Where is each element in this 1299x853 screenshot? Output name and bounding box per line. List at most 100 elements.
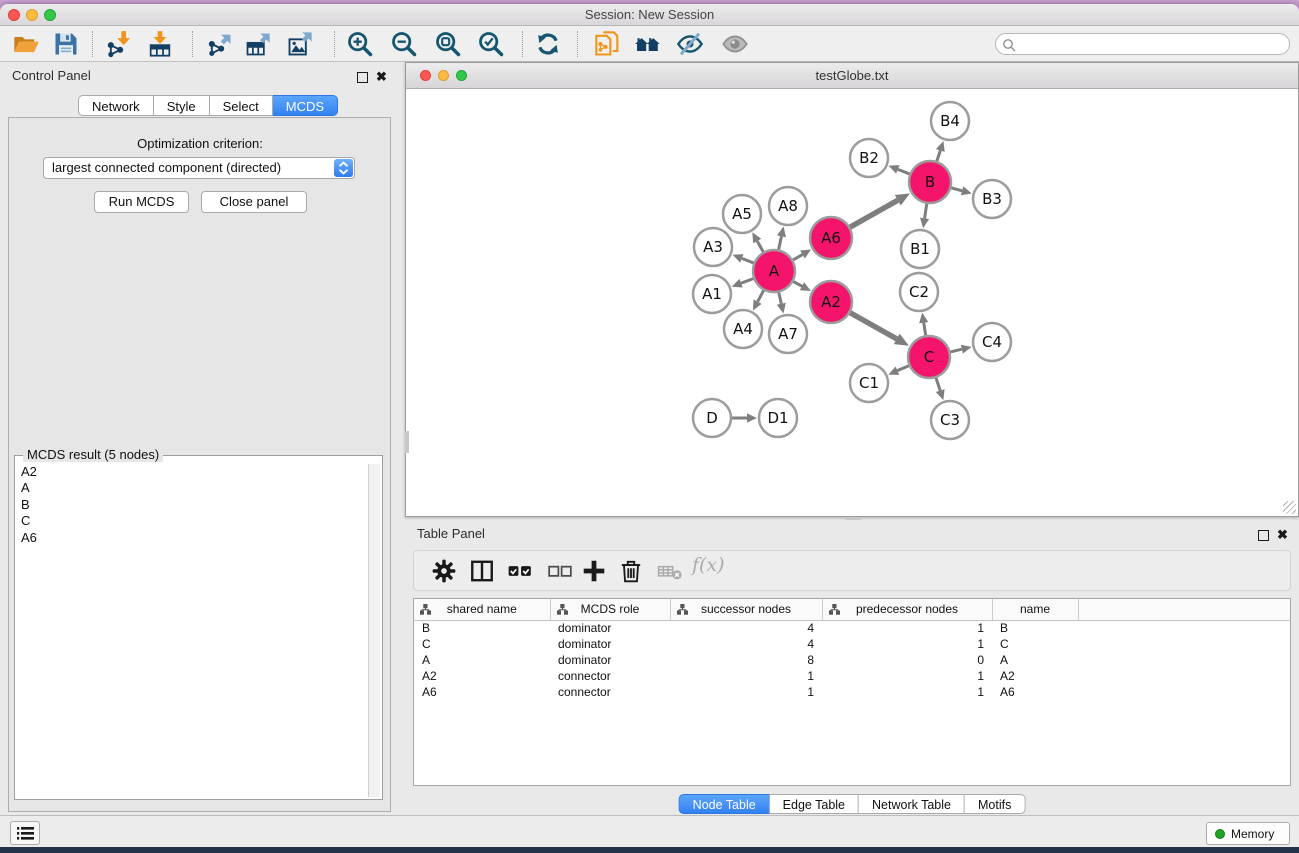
window-title: Session: New Session [0, 7, 1299, 22]
memory-button[interactable]: Memory [1206, 822, 1290, 845]
edge-C-C3[interactable] [936, 378, 940, 391]
hide-graphics-details-icon[interactable] [676, 30, 704, 58]
mcds-result-item[interactable]: A [17, 480, 367, 496]
zoom-fit-icon[interactable] [434, 30, 462, 58]
mcds-result-item[interactable]: B [17, 497, 367, 513]
edge-A-A3[interactable] [742, 258, 754, 263]
import-table-icon[interactable] [146, 30, 174, 58]
node-table-container: shared nameMCDS rolesuccessor nodesprede… [413, 598, 1291, 786]
import-network-icon[interactable] [105, 30, 133, 58]
edge-A2-C[interactable] [850, 313, 897, 339]
toolbar-separator [334, 31, 335, 57]
column-header-mcds-role[interactable]: MCDS role [550, 599, 670, 620]
edge-A-A8[interactable] [779, 236, 782, 249]
tab-node-table[interactable]: Node Table [679, 794, 770, 814]
float-table-panel-icon[interactable] [1258, 530, 1269, 541]
run-mcds-button[interactable]: Run MCDS [94, 191, 189, 213]
edge-arrowhead [747, 413, 757, 422]
control-panel-title: Control Panel [12, 68, 91, 83]
edge-B-B4[interactable] [937, 150, 940, 161]
search-input[interactable] [1020, 35, 1282, 53]
zoom-in-icon[interactable] [346, 30, 374, 58]
mcds-result-item[interactable]: A6 [17, 530, 367, 546]
mcds-result-title: MCDS result (5 nodes) [23, 447, 163, 462]
save-session-icon[interactable] [52, 30, 80, 58]
tab-network[interactable]: Network [78, 95, 154, 116]
home-neighbors-icon[interactable] [634, 30, 662, 58]
column-header-predecessor-nodes[interactable]: predecessor nodes [822, 599, 992, 620]
float-panel-icon[interactable] [357, 72, 368, 83]
close-panel-button[interactable]: Close panel [201, 191, 307, 213]
edge-C-C4[interactable] [950, 349, 961, 352]
criterion-dropdown[interactable]: largest connected component (directed) [43, 157, 355, 179]
edge-A-A2[interactable] [793, 282, 802, 287]
add-column-icon[interactable] [581, 558, 607, 584]
toolbar-separator [577, 31, 578, 57]
graph-node-label: A6 [821, 229, 841, 247]
edge-A-A1[interactable] [741, 279, 753, 284]
mcds-result-item[interactable]: A2 [17, 464, 367, 480]
table-row[interactable]: Bdominator41B [414, 620, 1290, 636]
graph-node-label: D [706, 409, 718, 427]
edge-A-A7[interactable] [779, 292, 782, 303]
edge-B-B1[interactable] [925, 204, 927, 219]
deselect-all-icon[interactable] [547, 558, 573, 584]
tab-edge-table[interactable]: Edge Table [770, 794, 859, 814]
graph-node-label: C2 [909, 283, 929, 301]
graph-node-label: A8 [778, 197, 798, 215]
tab-motifs[interactable]: Motifs [965, 794, 1025, 814]
show-column-icon[interactable] [469, 558, 495, 584]
table-options-gear-icon[interactable] [431, 558, 457, 584]
tab-network-table[interactable]: Network Table [859, 794, 965, 814]
graph-node-label: B2 [859, 149, 879, 167]
column-header-successor-nodes[interactable]: successor nodes [670, 599, 822, 620]
table-row[interactable]: Adominator80A [414, 652, 1290, 668]
close-panel-icon[interactable]: ✖ [376, 69, 387, 85]
apply-layout-icon[interactable] [534, 30, 562, 58]
table-row[interactable]: A6connector11A6 [414, 684, 1290, 700]
tab-style[interactable]: Style [154, 95, 210, 116]
criterion-dropdown-value: largest connected component (directed) [52, 160, 281, 175]
edge-B-B2[interactable] [898, 169, 910, 174]
tab-select[interactable]: Select [210, 95, 273, 116]
edge-A-A5[interactable] [757, 241, 763, 252]
edge-B-B3[interactable] [951, 188, 962, 191]
status-bar: Memory [0, 815, 1299, 848]
zoom-selected-icon[interactable] [477, 30, 505, 58]
network-window-titlebar: testGlobe.txt [406, 63, 1298, 89]
dropdown-stepper-icon [334, 159, 353, 177]
edge-C-C1[interactable] [897, 366, 908, 371]
node-table[interactable]: shared nameMCDS rolesuccessor nodesprede… [414, 599, 1290, 700]
column-header-name[interactable]: name [992, 599, 1078, 620]
split-divider-handle[interactable] [405, 431, 409, 453]
tab-mcds[interactable]: MCDS [273, 95, 338, 116]
edge-A-A4[interactable] [758, 290, 764, 301]
new-network-from-selection-icon[interactable] [594, 30, 622, 58]
export-network-icon[interactable] [206, 30, 234, 58]
open-session-icon[interactable] [12, 30, 40, 58]
export-table-icon[interactable] [244, 30, 272, 58]
export-image-icon[interactable] [286, 30, 314, 58]
mcds-result-scrollbar[interactable] [368, 464, 380, 797]
node-table-body: Bdominator41BCdominator41CAdominator80AA… [414, 620, 1290, 700]
mcds-result-item[interactable]: C [17, 513, 367, 529]
search-box [995, 33, 1290, 55]
show-graphics-details-icon[interactable] [721, 30, 749, 58]
edge-C-C2[interactable] [924, 323, 926, 336]
show-panels-list-button[interactable] [10, 821, 40, 845]
network-canvas-svg[interactable]: AA1A2A3A4A5A6A7A8BB1B2B3B4CC1C2C3C4DD1 [407, 89, 1297, 515]
table-toolbar: f(x) [413, 550, 1291, 591]
select-all-icon[interactable] [507, 558, 533, 584]
edge-A6-B[interactable] [850, 200, 898, 227]
delete-column-trash-icon[interactable] [618, 558, 644, 584]
zoom-out-icon[interactable] [390, 30, 418, 58]
table-row[interactable]: Cdominator41C [414, 636, 1290, 652]
delete-table-icon-disabled [657, 558, 683, 584]
mcds-result-list: A2ABCA6 [17, 464, 367, 797]
table-row[interactable]: A2connector11A2 [414, 668, 1290, 684]
network-window-title: testGlobe.txt [406, 68, 1298, 83]
column-header-shared-name[interactable]: shared name [414, 599, 550, 620]
edge-A-A6[interactable] [793, 255, 802, 260]
window-resize-grip[interactable] [1283, 501, 1296, 514]
close-table-panel-icon[interactable]: ✖ [1277, 527, 1288, 543]
